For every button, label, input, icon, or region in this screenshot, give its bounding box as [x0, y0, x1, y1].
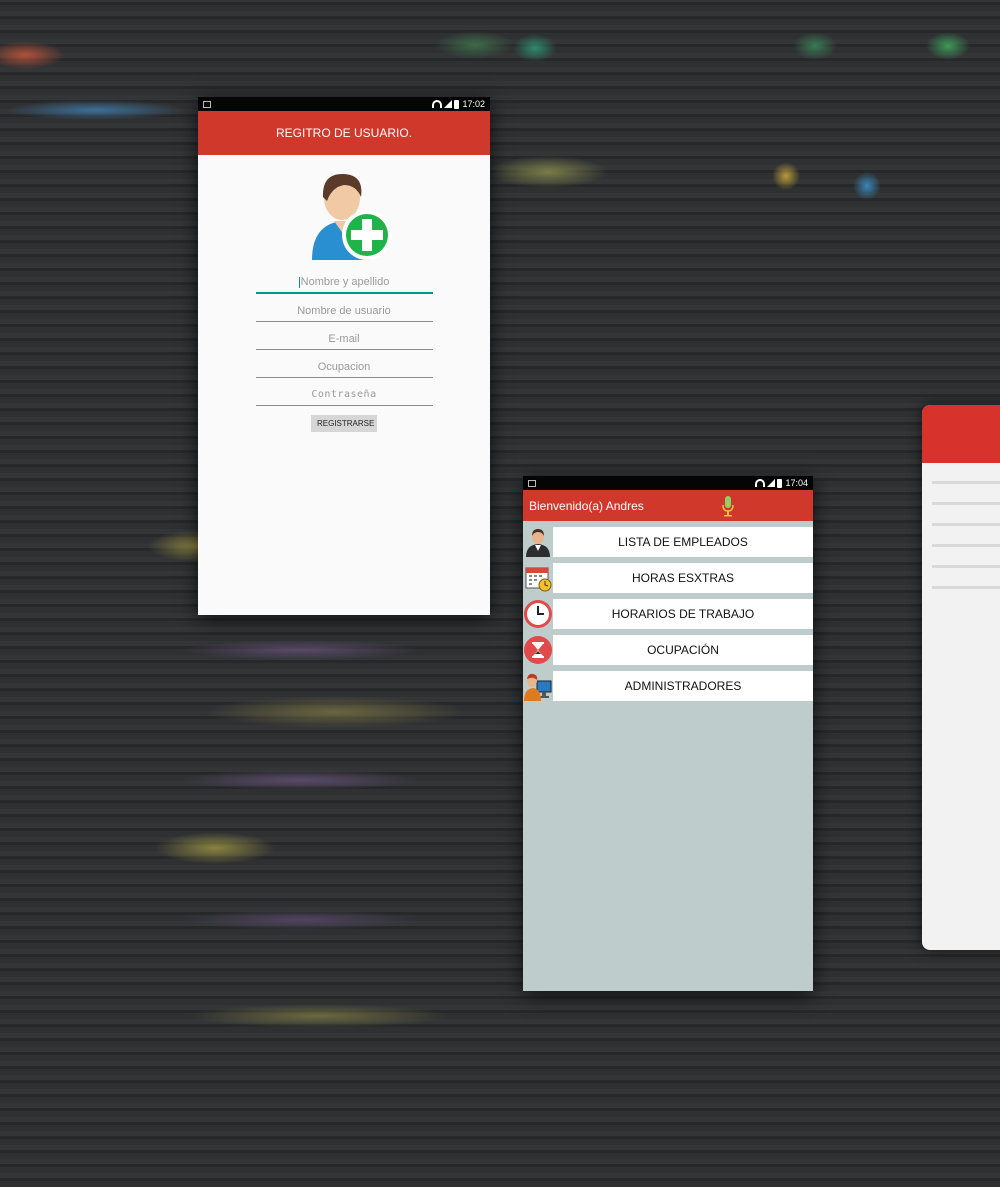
signal-icon — [767, 479, 776, 487]
status-bar: 17:04 — [523, 476, 813, 490]
battery-icon — [777, 478, 783, 488]
page-title: REGITRO DE USUARIO. — [275, 126, 412, 140]
employee-list-button[interactable]: LISTA DE EMPLEADOS — [553, 527, 813, 557]
employee-icon — [523, 527, 553, 557]
fullname-field[interactable]: Nombre y apellido — [255, 272, 433, 294]
work-schedules-button[interactable]: HORARIOS DE TRABAJO — [553, 599, 813, 629]
signal-icon — [444, 100, 453, 108]
battery-icon — [454, 99, 460, 109]
overtime-button[interactable]: HORAS ESXTRAS — [553, 563, 813, 593]
menu-item-overtime[interactable]: HORAS ESXTRAS — [523, 563, 813, 593]
admin-computer-icon — [523, 671, 553, 701]
email-field[interactable]: E-mail — [255, 329, 433, 350]
main-menu-screen: 17:04 Bienvenido(a) Andres LISTA DE EMPL… — [523, 476, 813, 991]
add-user-icon — [294, 165, 394, 265]
occupation-button[interactable]: OCUPACIÓN — [553, 635, 813, 665]
status-bar: 17:02 — [198, 97, 490, 111]
wifi-icon — [432, 100, 443, 108]
menu-item-employees[interactable]: LISTA DE EMPLEADOS — [523, 527, 813, 557]
app-bar: Bienvenido(a) Andres — [523, 490, 813, 521]
menu-item-admins[interactable]: ADMINISTRADORES — [523, 671, 813, 701]
register-button[interactable]: REGISTRARSE — [311, 415, 377, 432]
image-notification-icon — [203, 100, 211, 108]
wifi-icon — [755, 479, 766, 487]
desktop-background — [0, 0, 1000, 1187]
app-bar: REGITRO DE USUARIO. — [198, 111, 490, 155]
registration-screen: 17:02 REGITRO DE USUARIO. Nombre y apell… — [198, 97, 490, 615]
clock-icon — [523, 599, 553, 629]
image-notification-icon — [528, 479, 536, 487]
background-window — [922, 405, 1000, 950]
administrators-button[interactable]: ADMINISTRADORES — [553, 671, 813, 701]
status-time: 17:02 — [462, 99, 485, 109]
hourglass-icon — [523, 635, 553, 665]
username-field[interactable]: Nombre de usuario — [255, 301, 433, 322]
microphone-icon[interactable] — [721, 495, 735, 517]
welcome-title: Bienvenido(a) Andres — [529, 498, 644, 513]
occupation-field[interactable]: Ocupacion — [255, 357, 433, 378]
menu-item-occupation[interactable]: OCUPACIÓN — [523, 635, 813, 665]
menu-item-schedules[interactable]: HORARIOS DE TRABAJO — [523, 599, 813, 629]
calendar-clock-icon — [523, 563, 553, 593]
status-time: 17:04 — [785, 478, 808, 488]
password-field[interactable]: Contraseña — [255, 385, 433, 406]
